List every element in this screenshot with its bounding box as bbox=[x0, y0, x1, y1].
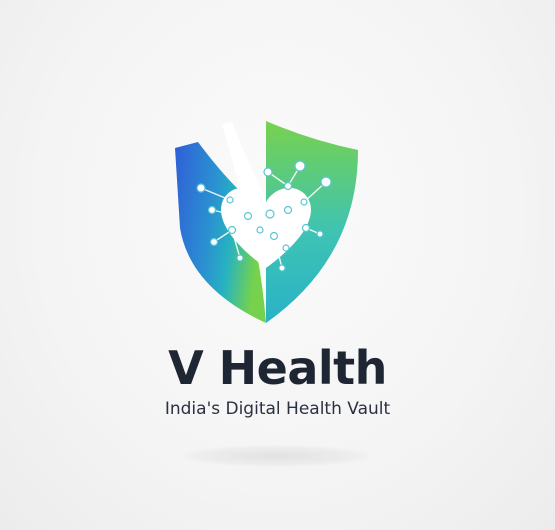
brand-name: V Health bbox=[168, 341, 387, 395]
ground-shadow bbox=[182, 445, 372, 467]
shield-heart-network-logo bbox=[170, 118, 362, 328]
shield-heart-network-icon bbox=[175, 121, 358, 323]
brand-tagline: India's Digital Health Vault bbox=[164, 399, 391, 419]
